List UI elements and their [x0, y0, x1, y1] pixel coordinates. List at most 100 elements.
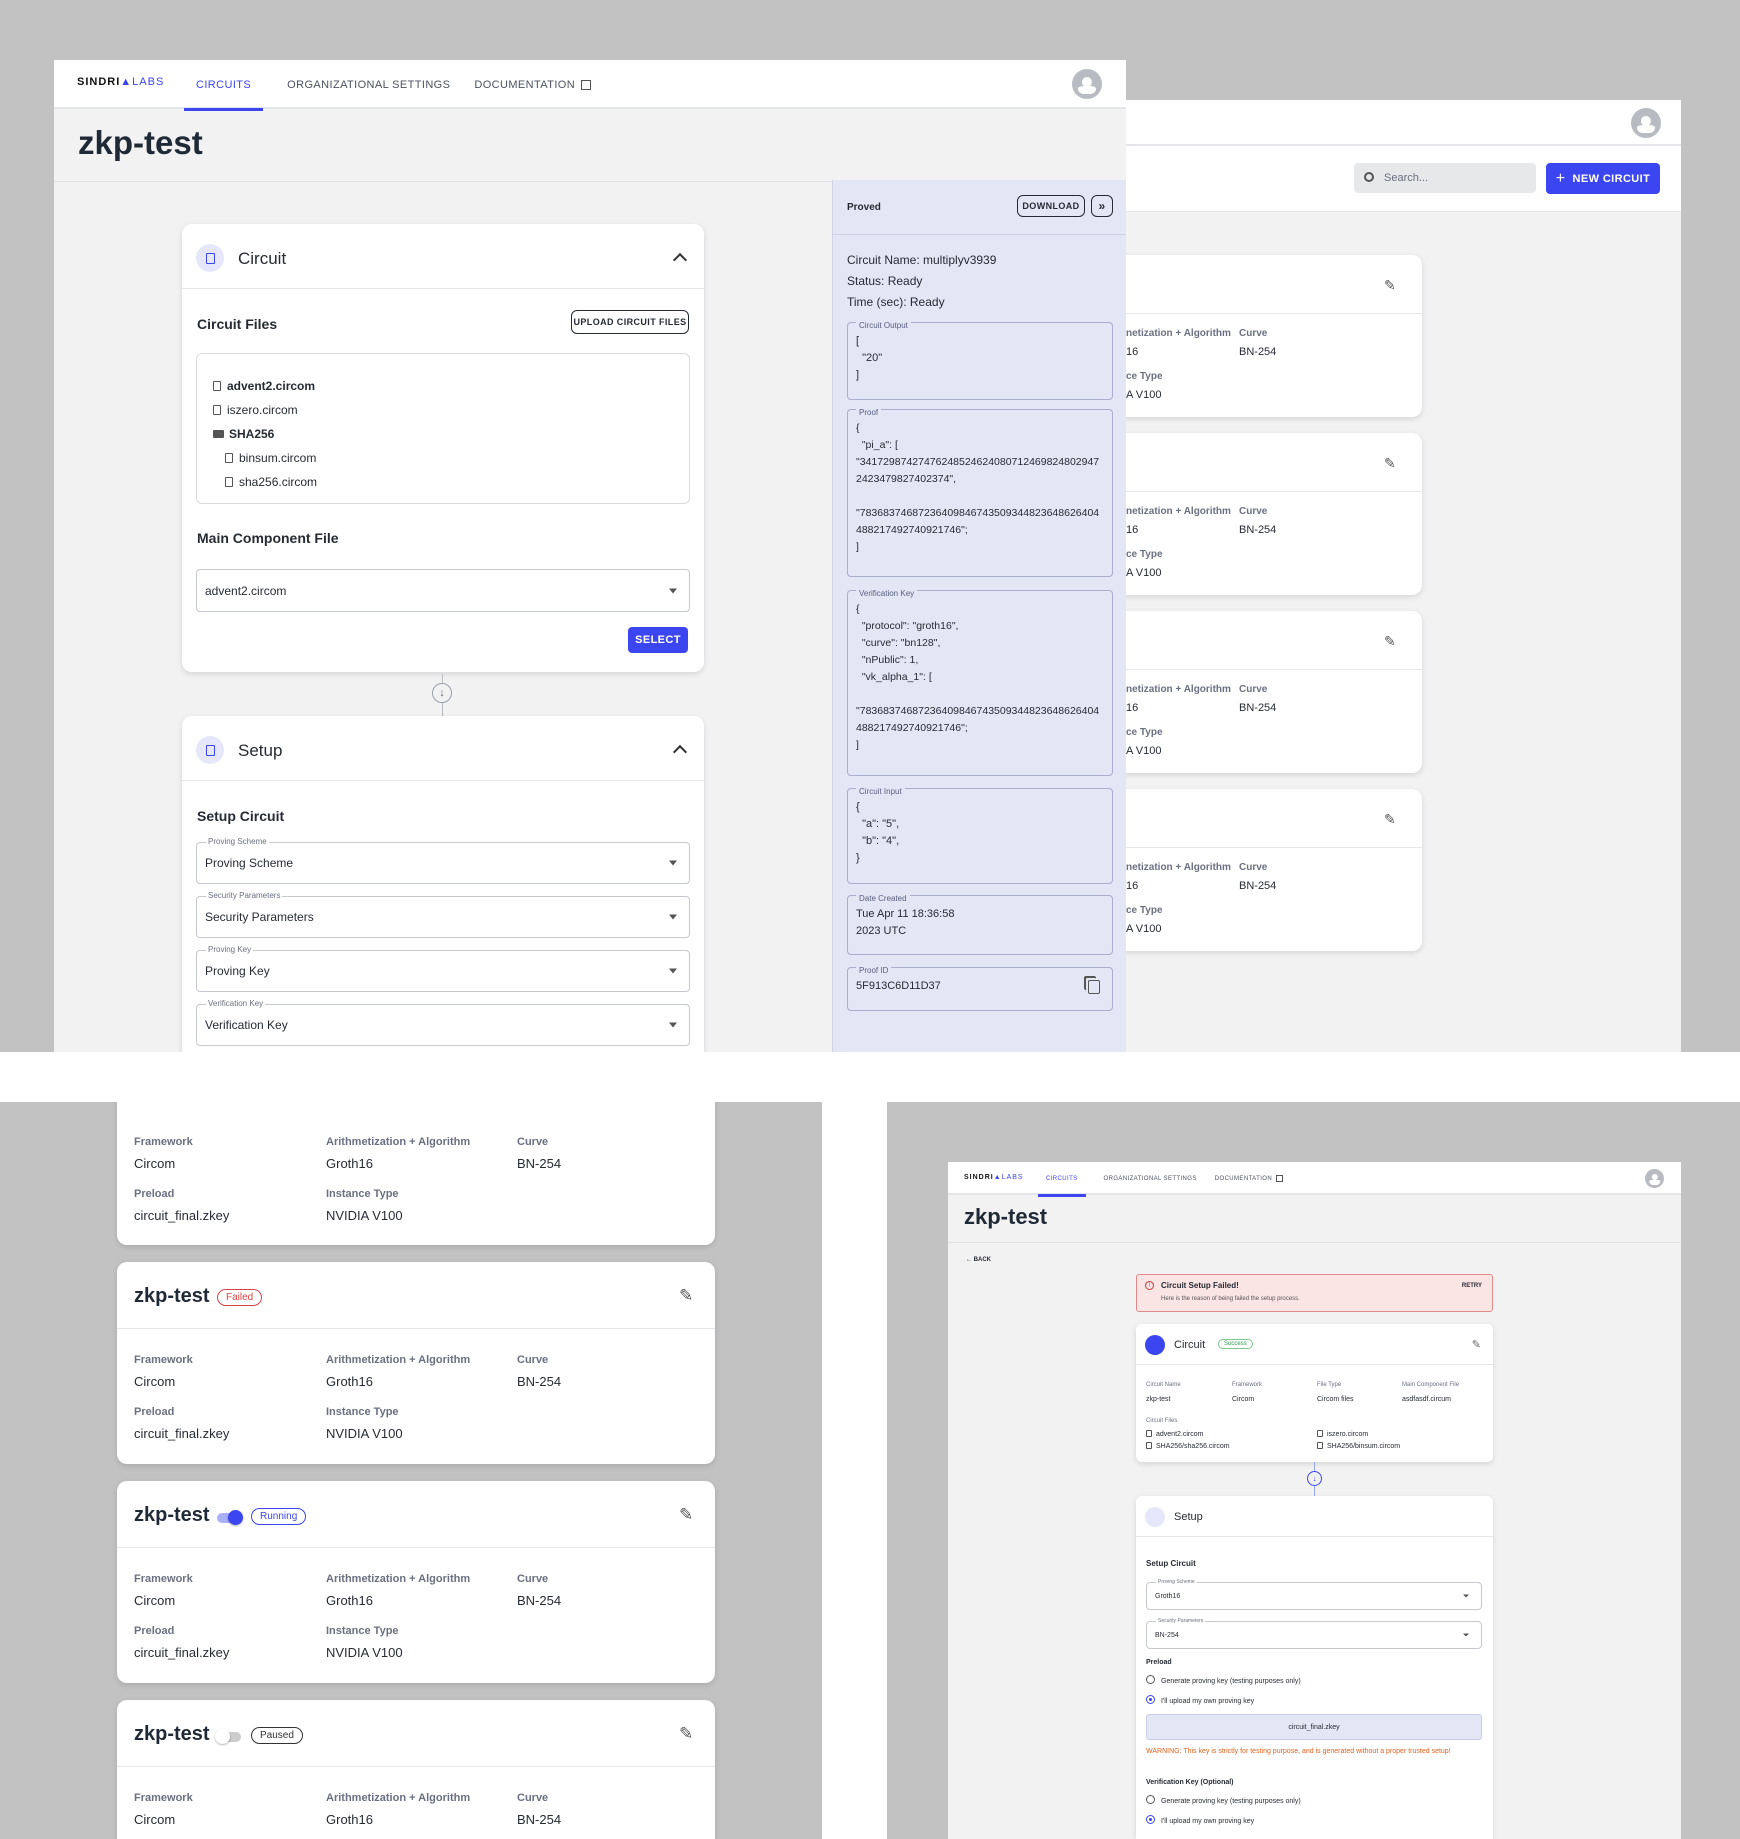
search-placeholder: Search...	[1384, 172, 1429, 184]
card-title: zkp-test	[134, 1504, 210, 1526]
copy-icon[interactable]	[1088, 980, 1100, 994]
main-component-select[interactable]: advent2.circom	[196, 569, 690, 612]
pencil-icon[interactable]: ✎	[679, 1505, 693, 1525]
divider	[182, 780, 704, 781]
radio-upload[interactable]: I'll upload my own proving key	[1146, 1695, 1254, 1705]
circuit-files-heading: Circuit Files	[197, 316, 278, 332]
toggle-switch[interactable]	[215, 1729, 241, 1744]
error-alert: ! Circuit Setup Failed! Here is the reas…	[1136, 1274, 1493, 1312]
file-item[interactable]: iszero.circom	[213, 398, 689, 422]
file-icon	[213, 381, 221, 391]
circuit-status-card[interactable]: zkp-test Failed ✎ Framework Circom Arithmetiz…	[117, 1262, 715, 1464]
circuits-list-window: Search... + NEW CIRCUIT ✎ netization + Alg…	[1126, 100, 1681, 1052]
main-component-heading: Main Component File	[197, 530, 339, 546]
collapse-chevron-icon[interactable]	[672, 252, 688, 268]
circuit-card-partial: Framework Circom Arithmetization + Algorit…	[117, 1102, 715, 1245]
alert-title: Circuit Setup Failed!	[1161, 1281, 1239, 1290]
file-item[interactable]: SHA256/binsum.circom	[1317, 1442, 1400, 1450]
circuit-status-card[interactable]: zkp-test Paused ✎ Framework Circom Arithmetiz…	[117, 1700, 715, 1839]
verification-key-field: Verification Key{ "protocol": "groth16",…	[847, 585, 1113, 776]
proof-id-value: 5F913C6D11D37	[856, 980, 941, 992]
user-avatar[interactable]	[1631, 108, 1661, 138]
pencil-icon[interactable]: ✎	[1384, 277, 1398, 293]
dropdown-caret-icon	[669, 588, 677, 593]
file-item[interactable]: iszero.circom	[1317, 1430, 1368, 1438]
pencil-icon[interactable]: ✎	[679, 1724, 693, 1744]
file-icon	[213, 405, 221, 415]
user-avatar[interactable]	[1072, 69, 1102, 99]
toggle-switch[interactable]	[217, 1510, 243, 1525]
sliders-icon	[1145, 1507, 1165, 1527]
upload-circuit-files-button[interactable]: UPLOAD CIRCUIT FILES	[571, 310, 689, 334]
status-badge: Paused	[251, 1727, 303, 1744]
status-badge: Success	[1218, 1339, 1253, 1349]
vk-radio-generate[interactable]: Generate proving key (testing purposes o…	[1146, 1795, 1301, 1805]
card-title: zkp-test	[134, 1285, 210, 1307]
file-icon	[225, 477, 233, 487]
pencil-icon[interactable]: ✎	[1384, 455, 1398, 471]
tab-organizational-settings[interactable]: ORGANIZATIONAL SETTINGS	[1104, 1162, 1197, 1195]
user-avatar[interactable]	[1645, 1169, 1664, 1188]
proof-panel: Proved DOWNLOAD » Circuit Name: multiply…	[832, 180, 1126, 1052]
back-link[interactable]: ← BACK	[966, 1257, 991, 1263]
circuit-row-card[interactable]: ✎ netization + Algorithm 16 Curve BN-254 ce T…	[1126, 255, 1422, 417]
circuit-status-card[interactable]: zkp-test Running ✎ Framework Circom Arithmeti…	[117, 1481, 715, 1683]
proving-scheme-select[interactable]: Proving Scheme Groth16	[1146, 1579, 1482, 1610]
tab-circuits[interactable]: CIRCUITS	[1038, 1162, 1086, 1197]
pencil-icon[interactable]: ✎	[1472, 1338, 1481, 1351]
radio-generate[interactable]: Generate proving key (testing purposes o…	[1146, 1675, 1301, 1685]
divider	[117, 1328, 715, 1329]
tab-organizational-settings[interactable]: ORGANIZATIONAL SETTINGS	[287, 60, 450, 109]
divider	[1126, 847, 1422, 848]
file-item[interactable]: sha256.circom	[213, 470, 689, 494]
circuit-card-title: Circuit	[238, 249, 287, 268]
sindri-logo[interactable]: SINDRI▲LABS	[964, 1174, 1024, 1181]
circuit-name-line: Circuit Name: multiplyv3939	[847, 253, 997, 267]
collapse-panel-icon[interactable]: »	[1091, 195, 1113, 217]
radio-icon	[1146, 1675, 1155, 1684]
circuit-row-card[interactable]: ✎ netization + Algorithm 16 Curve BN-254 ce T…	[1126, 433, 1422, 595]
tab-documentation[interactable]: DOCUMENTATION	[1215, 1162, 1284, 1195]
circuit-row-card[interactable]: ✎ netization + Algorithm 16 Curve BN-254 ce T…	[1126, 611, 1422, 773]
select-button[interactable]: SELECT	[628, 627, 688, 653]
plus-icon: +	[1555, 169, 1566, 187]
vk-radio-upload[interactable]: I'll upload my own proving key	[1146, 1815, 1254, 1825]
setup-card: Setup Setup Circuit Proving Scheme Provin…	[182, 716, 704, 1052]
warning-text: WARNING: This key is strictly for testin…	[1146, 1748, 1451, 1755]
circuit-icon	[1145, 1335, 1165, 1355]
setup-field-0[interactable]: Proving Scheme Proving Scheme	[196, 837, 690, 884]
download-button[interactable]: DOWNLOAD	[1017, 195, 1085, 217]
uploaded-file-chip[interactable]: circuit_final.zkey	[1146, 1714, 1482, 1740]
folder-item[interactable]: SHA256	[213, 422, 689, 446]
collapse-chevron-icon[interactable]	[672, 744, 688, 760]
search-input[interactable]: Search...	[1354, 163, 1536, 193]
tab-circuits[interactable]: CIRCUITS	[184, 60, 264, 111]
file-icon	[1317, 1430, 1323, 1437]
sindri-logo[interactable]: SINDRI▲LABS	[77, 76, 164, 88]
retry-button[interactable]: RETRY	[1462, 1283, 1482, 1289]
list-navbar	[1126, 100, 1681, 146]
security-parameters-select[interactable]: Security Parameters BN-254	[1146, 1618, 1482, 1649]
circuit-summary-card: Circuit Success ✎ Circuit Name zkp-test Fr…	[1136, 1324, 1493, 1462]
page-title: zkp-test	[964, 1204, 1048, 1229]
dropdown-caret-icon	[1463, 1633, 1469, 1637]
pencil-icon[interactable]: ✎	[1384, 811, 1398, 827]
tab-documentation[interactable]: DOCUMENTATION	[474, 60, 592, 109]
setup-field-3[interactable]: Verification Key Verification Key	[196, 999, 690, 1046]
setup-field-2[interactable]: Proving Key Proving Key	[196, 945, 690, 992]
file-item[interactable]: advent2.circom	[1146, 1430, 1203, 1438]
circuit-row-card[interactable]: ✎ netization + Algorithm 16 Curve BN-254 ce T…	[1126, 789, 1422, 951]
nav-tabs: CIRCUITS ORGANIZATIONAL SETTINGS DOCUMEN…	[1038, 1162, 1284, 1197]
setup-circuit-heading: Setup Circuit	[197, 808, 285, 824]
setup-title: Setup	[1174, 1511, 1203, 1523]
file-icon	[1146, 1430, 1152, 1437]
setup-field-1[interactable]: Security Parameters Security Parameters	[196, 891, 690, 938]
preload-label: Preload	[1146, 1659, 1172, 1666]
pencil-icon[interactable]: ✎	[679, 1286, 693, 1306]
file-item[interactable]: advent2.circom	[213, 374, 689, 398]
file-item[interactable]: binsum.circom	[213, 446, 689, 470]
new-circuit-button[interactable]: + NEW CIRCUIT	[1546, 163, 1660, 194]
verification-key-label: Verification Key (Optional)	[1146, 1779, 1234, 1786]
pencil-icon[interactable]: ✎	[1384, 633, 1398, 649]
file-item[interactable]: SHA256/sha256.circom	[1146, 1442, 1230, 1450]
